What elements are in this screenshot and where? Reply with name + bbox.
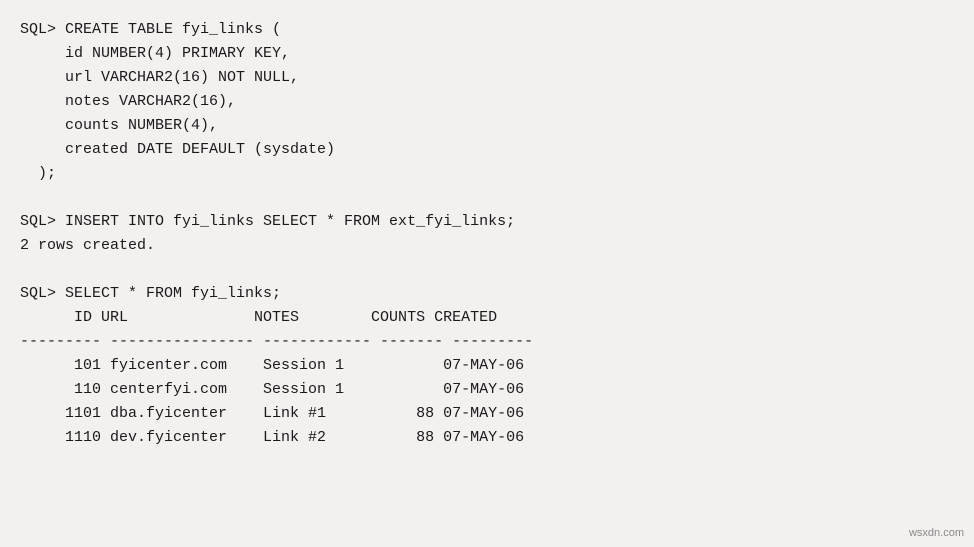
terminal-line: 1101 dba.fyicenter Link #1 88 07-MAY-06 bbox=[20, 402, 954, 426]
terminal-line: SQL> SELECT * FROM fyi_links; bbox=[20, 282, 954, 306]
terminal-content: SQL> CREATE TABLE fyi_links ( id NUMBER(… bbox=[20, 18, 954, 450]
terminal-line: SQL> CREATE TABLE fyi_links ( bbox=[20, 18, 954, 42]
terminal-line: SQL> INSERT INTO fyi_links SELECT * FROM… bbox=[20, 210, 954, 234]
terminal-line: 110 centerfyi.com Session 1 07-MAY-06 bbox=[20, 378, 954, 402]
terminal-line: ID URL NOTES COUNTS CREATED bbox=[20, 306, 954, 330]
terminal-line: 2 rows created. bbox=[20, 234, 954, 258]
terminal-line: 101 fyicenter.com Session 1 07-MAY-06 bbox=[20, 354, 954, 378]
terminal-line: counts NUMBER(4), bbox=[20, 114, 954, 138]
terminal-line bbox=[20, 186, 954, 210]
terminal-line: --------- ---------------- ------------ … bbox=[20, 330, 954, 354]
terminal-line: 1110 dev.fyicenter Link #2 88 07-MAY-06 bbox=[20, 426, 954, 450]
terminal-line bbox=[20, 258, 954, 282]
terminal-line: created DATE DEFAULT (sysdate) bbox=[20, 138, 954, 162]
terminal-line: ); bbox=[20, 162, 954, 186]
terminal-window: SQL> CREATE TABLE fyi_links ( id NUMBER(… bbox=[0, 0, 974, 547]
watermark: wsxdn.com bbox=[909, 527, 964, 539]
terminal-line: id NUMBER(4) PRIMARY KEY, bbox=[20, 42, 954, 66]
terminal-line: url VARCHAR2(16) NOT NULL, bbox=[20, 66, 954, 90]
terminal-line: notes VARCHAR2(16), bbox=[20, 90, 954, 114]
